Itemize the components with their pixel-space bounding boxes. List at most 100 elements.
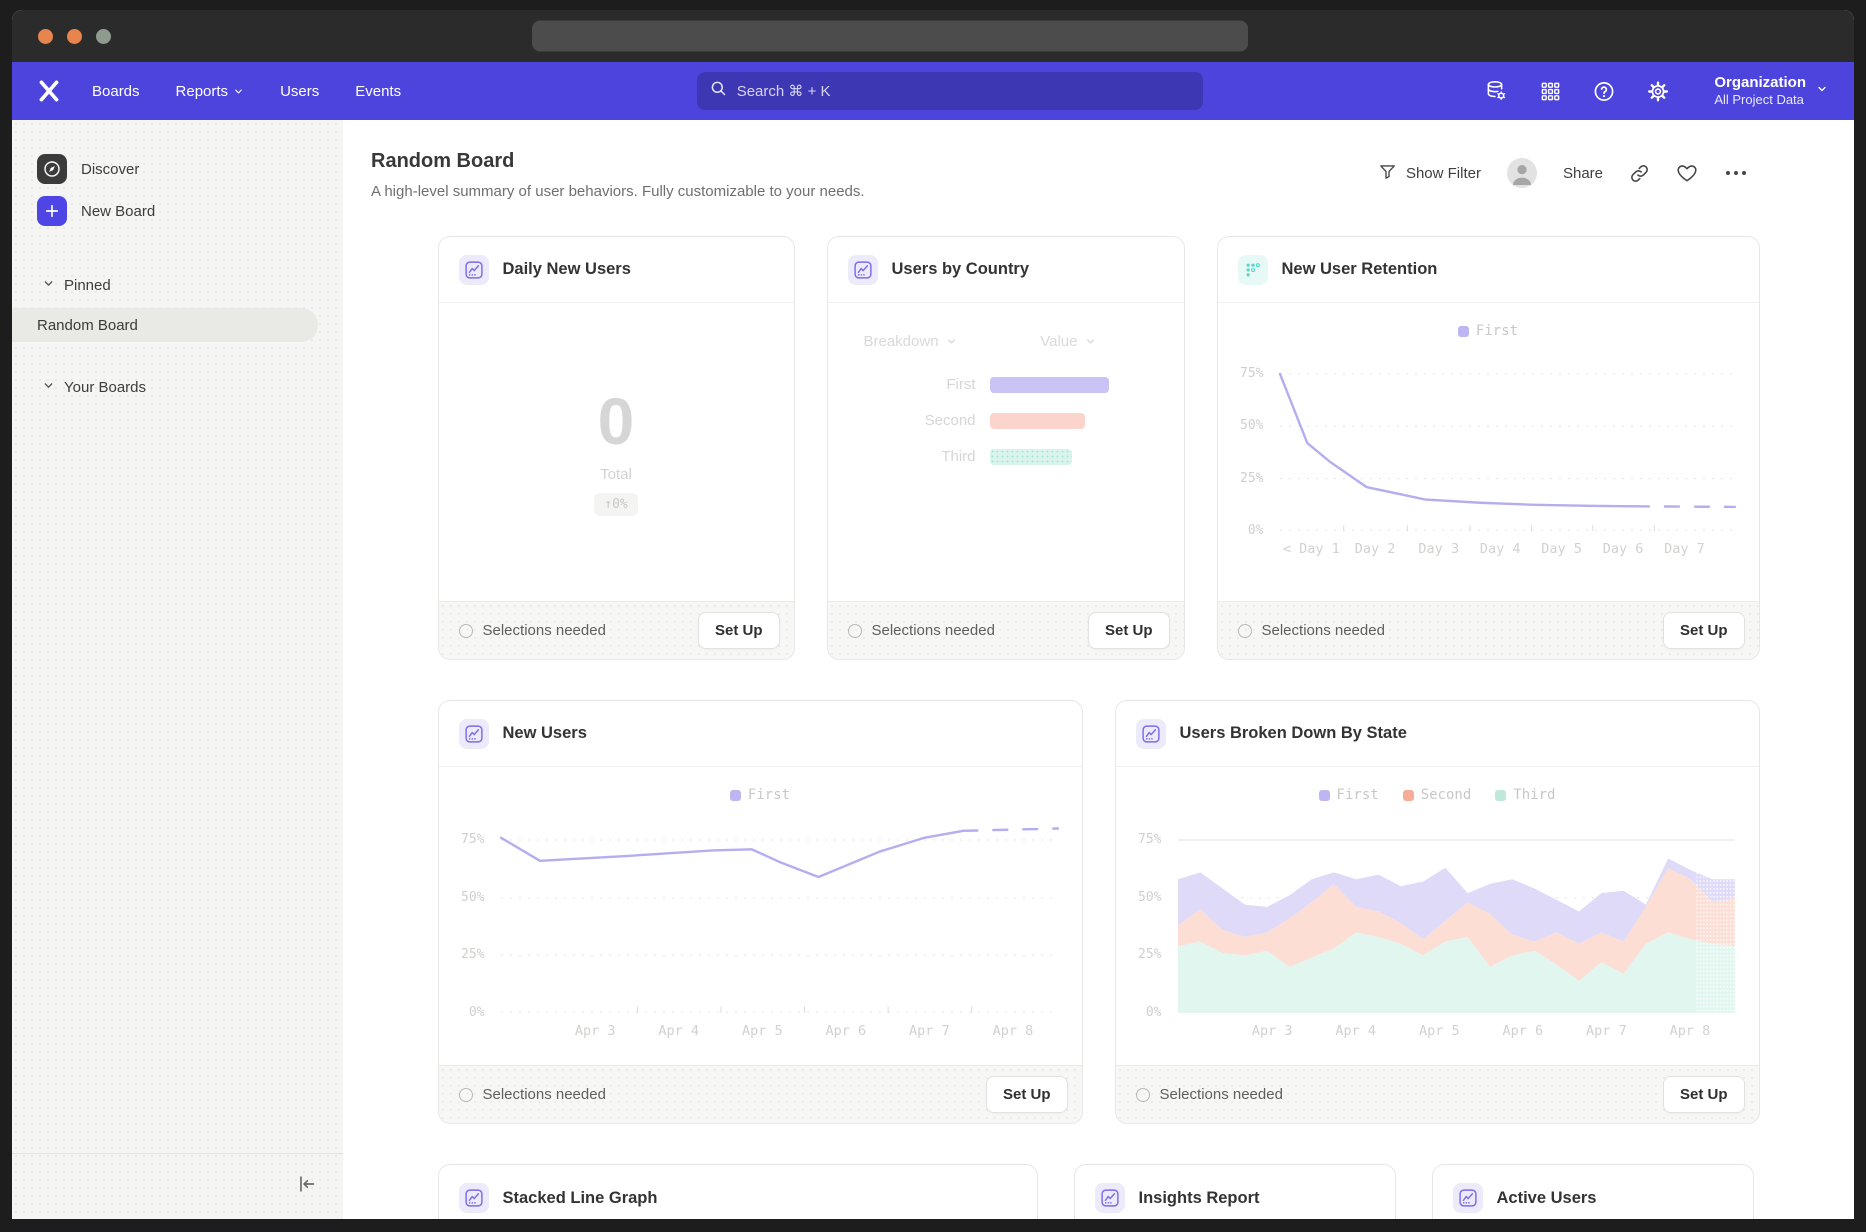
x-tick-label: Day 5 <box>1541 541 1582 557</box>
x-tick-label: Apr 5 <box>742 1023 783 1039</box>
y-tick-label: 50% <box>461 890 484 905</box>
nav-item-users[interactable]: Users <box>266 75 333 108</box>
page-subtitle: A high-level summary of user behaviors. … <box>371 183 865 200</box>
x-tick-label: Day 3 <box>1418 541 1459 557</box>
legend-item[interactable]: First <box>1319 787 1379 803</box>
data-management-icon[interactable] <box>1484 79 1508 103</box>
card-title: New Users <box>503 724 587 743</box>
line-chart-icon <box>1095 1183 1125 1213</box>
main-content: Random Board A high-level summary of use… <box>343 120 1854 1219</box>
card-title: Daily New Users <box>503 260 631 279</box>
breakdown-dropdown[interactable]: Breakdown <box>864 333 957 350</box>
line-plot <box>1280 353 1735 531</box>
window-zoom-button[interactable] <box>96 29 111 44</box>
card-status: Selections needed <box>1160 1086 1283 1103</box>
nav-menu: BoardsReportsUsersEvents <box>78 75 415 108</box>
global-search[interactable] <box>697 72 1203 110</box>
legend-label: Third <box>1513 787 1555 803</box>
x-tick-label: Apr 5 <box>1419 1023 1460 1039</box>
x-tick-label: Apr 6 <box>826 1023 867 1039</box>
sidebar-section-your-boards[interactable]: Your Boards <box>12 372 343 402</box>
set-up-button[interactable]: Set Up <box>1663 1076 1745 1113</box>
line-chart-icon <box>848 255 878 285</box>
sidebar-item-new-board[interactable]: New Board <box>12 190 343 232</box>
sidebar-section-pinned[interactable]: Pinned <box>12 270 343 300</box>
metric-delta-badge: ↑0% <box>594 493 637 516</box>
x-tick-label: Day 4 <box>1480 541 1521 557</box>
card-header: New User Retention <box>1218 237 1759 303</box>
settings-gear-icon[interactable] <box>1646 79 1670 103</box>
sidebar-item-random-board[interactable]: Random Board <box>12 308 318 342</box>
filter-funnel-icon <box>1378 162 1397 185</box>
mixpanel-logo-icon[interactable] <box>36 78 70 104</box>
x-tick-label: Apr 4 <box>658 1023 699 1039</box>
x-axis-labels: Apr 3Apr 4Apr 5Apr 6Apr 7Apr 8 <box>501 1023 1058 1043</box>
card-body: Breakdown Value FirstSecondThird <box>828 303 1184 601</box>
x-tick-label: Apr 3 <box>575 1023 616 1039</box>
chevron-down-icon <box>1816 82 1828 100</box>
legend-item[interactable]: Third <box>1495 787 1555 803</box>
collapse-sidebar-icon[interactable] <box>295 1173 317 1200</box>
top-navbar: BoardsReportsUsersEvents <box>12 62 1854 120</box>
nav-item-events[interactable]: Events <box>341 75 415 108</box>
card-header: Users Broken Down By State <box>1116 701 1759 767</box>
legend-item[interactable]: First <box>1458 323 1518 339</box>
card-status: Selections needed <box>483 622 606 639</box>
url-bar[interactable] <box>532 21 1248 52</box>
legend-item[interactable]: Second <box>1403 787 1472 803</box>
set-up-button[interactable]: Set Up <box>698 612 780 649</box>
value-dropdown[interactable]: Value <box>1040 333 1095 350</box>
set-up-button[interactable]: Set Up <box>986 1076 1068 1113</box>
apps-grid-icon[interactable] <box>1538 79 1562 103</box>
sidebar-item-discover[interactable]: Discover <box>12 148 343 190</box>
set-up-button[interactable]: Set Up <box>1663 612 1745 649</box>
sidebar-item-label: Random Board <box>37 317 138 334</box>
page-title: Random Board <box>371 150 865 173</box>
card-footer: Selections needed Set Up <box>439 601 794 659</box>
avatar[interactable] <box>1507 158 1537 188</box>
show-filter-button[interactable]: Show Filter <box>1378 162 1481 185</box>
legend-item[interactable]: First <box>730 787 790 803</box>
set-up-button[interactable]: Set Up <box>1088 612 1170 649</box>
y-tick-label: 25% <box>1240 471 1263 486</box>
status-circle-icon <box>459 624 473 638</box>
x-tick-label: Day 6 <box>1603 541 1644 557</box>
breakdown-bar <box>990 377 1109 393</box>
card-title: Active Users <box>1497 1189 1597 1208</box>
nav-item-reports[interactable]: Reports <box>162 75 259 108</box>
chevron-down-icon <box>42 277 55 294</box>
help-icon[interactable] <box>1592 79 1616 103</box>
org-project-selector[interactable]: Organization All Project Data <box>1714 74 1828 109</box>
y-axis-labels: 75%50%25%0% <box>447 817 493 1013</box>
y-tick-label: 50% <box>1138 890 1161 905</box>
more-options-icon[interactable] <box>1724 169 1748 177</box>
metric-label: Total <box>600 466 632 483</box>
card-header: Users by Country <box>828 237 1184 303</box>
legend-label: First <box>748 787 790 803</box>
x-axis-labels: Apr 3Apr 4Apr 5Apr 6Apr 7Apr 8 <box>1178 1023 1735 1043</box>
breakdown-row: Third <box>828 448 1184 465</box>
y-tick-label: 75% <box>1138 832 1161 847</box>
search-input[interactable] <box>737 83 1191 100</box>
sidebar-section-label: Pinned <box>64 277 111 294</box>
share-button[interactable]: Share <box>1563 165 1603 182</box>
nav-item-boards[interactable]: Boards <box>78 75 154 108</box>
card-header: New Users <box>439 701 1082 767</box>
x-tick-label: Apr 8 <box>993 1023 1034 1039</box>
favorite-heart-icon[interactable] <box>1676 162 1698 184</box>
metric-value: 0 <box>598 388 635 454</box>
legend-label: Second <box>1421 787 1472 803</box>
status-circle-icon <box>459 1088 473 1102</box>
y-tick-label: 75% <box>1240 366 1263 381</box>
window-close-button[interactable] <box>38 29 53 44</box>
y-tick-label: 50% <box>1240 418 1263 433</box>
line-chart-icon <box>1136 719 1166 749</box>
x-tick-label: Apr 4 <box>1335 1023 1376 1039</box>
card-title: New User Retention <box>1282 260 1438 279</box>
window-minimize-button[interactable] <box>67 29 82 44</box>
y-axis-labels: 75%50%25%0% <box>1226 353 1272 531</box>
chevron-down-icon <box>233 86 244 97</box>
copy-link-icon[interactable] <box>1629 163 1650 184</box>
browser-window: BoardsReportsUsersEvents <box>12 10 1854 1219</box>
chevron-down-icon <box>1085 336 1096 347</box>
